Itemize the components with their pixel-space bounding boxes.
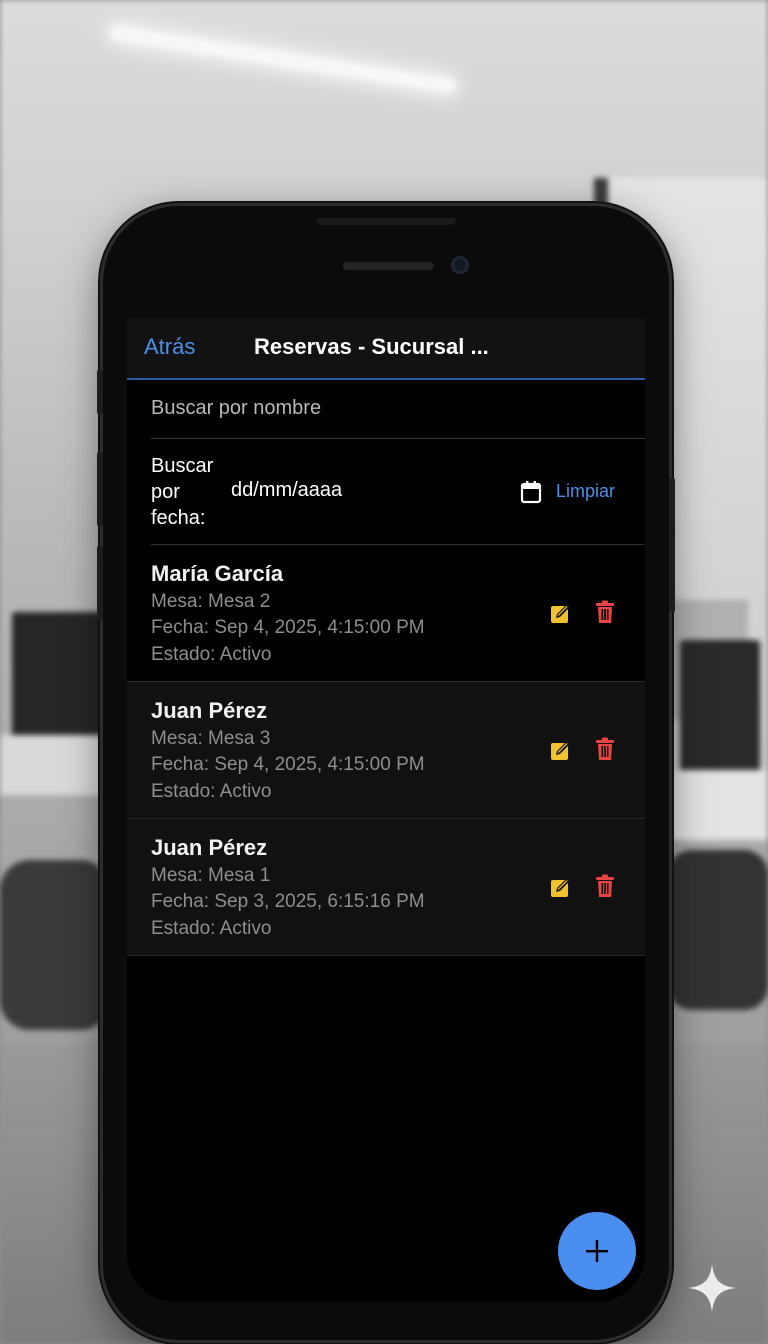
reservation-date: Fecha: Sep 3, 2025, 6:15:16 PM [151, 891, 425, 912]
phone-power-button [669, 478, 675, 612]
background-chair [668, 850, 768, 1010]
plus-icon [586, 1240, 608, 1262]
phone-speaker [343, 262, 434, 270]
reservations-list: María García Mesa: Mesa 2 Fecha: Sep 4, … [127, 545, 645, 956]
phone-sensor-bar [316, 218, 456, 225]
ceiling-light [108, 24, 457, 95]
trash-icon[interactable] [594, 600, 616, 624]
add-reservation-button[interactable] [558, 1212, 636, 1290]
phone-camera [451, 256, 469, 274]
reservation-status: Estado: Activo [151, 918, 272, 939]
phone-volume-down [97, 546, 103, 620]
list-item[interactable]: Juan Pérez Mesa: Mesa 3 Fecha: Sep 4, 20… [127, 682, 645, 819]
phone-volume-up [97, 452, 103, 526]
date-filter-label: Buscar por fecha: [151, 455, 214, 529]
reservation-date: Fecha: Sep 4, 2025, 4:15:00 PM [151, 617, 425, 638]
reservation-name: María García [151, 561, 284, 586]
background-monitor [680, 640, 760, 790]
list-item[interactable]: Juan Pérez Mesa: Mesa 1 Fecha: Sep 3, 20… [127, 819, 645, 956]
edit-icon[interactable] [550, 876, 572, 898]
back-button[interactable]: Atrás [144, 334, 195, 360]
reservation-date: Fecha: Sep 4, 2025, 4:15:00 PM [151, 754, 425, 775]
reservation-table: Mesa: Mesa 1 [151, 865, 271, 886]
background-chair [0, 860, 110, 1030]
background-monitor [12, 612, 107, 742]
background-desk [0, 735, 120, 795]
app-screen: Atrás Reservas - Sucursal ... Buscar por… [127, 318, 645, 1302]
list-item[interactable]: María García Mesa: Mesa 2 Fecha: Sep 4, … [127, 545, 645, 682]
reservation-name: Juan Pérez [151, 698, 268, 723]
navigation-bar: Atrás Reservas - Sucursal ... [127, 318, 645, 380]
reservation-status: Estado: Activo [151, 644, 272, 665]
calendar-icon[interactable] [520, 480, 542, 504]
search-bar [151, 380, 645, 439]
reservation-table: Mesa: Mesa 3 [151, 728, 271, 749]
date-input[interactable]: dd/mm/aaaa [231, 479, 342, 502]
date-filter: Buscar por fecha: dd/mm/aaaa Limpiar [151, 439, 645, 545]
background-desk [658, 770, 768, 840]
trash-icon[interactable] [594, 737, 616, 761]
reservation-name: Juan Pérez [151, 835, 268, 860]
edit-icon[interactable] [550, 739, 572, 761]
reservation-status: Estado: Activo [151, 781, 272, 802]
edit-icon[interactable] [550, 602, 572, 624]
trash-icon[interactable] [594, 874, 616, 898]
phone-mute-switch [97, 370, 103, 414]
reservation-table: Mesa: Mesa 2 [151, 591, 271, 612]
page-title: Reservas - Sucursal ... [254, 334, 489, 359]
sparkle-icon [688, 1264, 736, 1312]
search-input[interactable] [151, 380, 631, 436]
clear-date-button[interactable]: Limpiar [556, 481, 615, 502]
